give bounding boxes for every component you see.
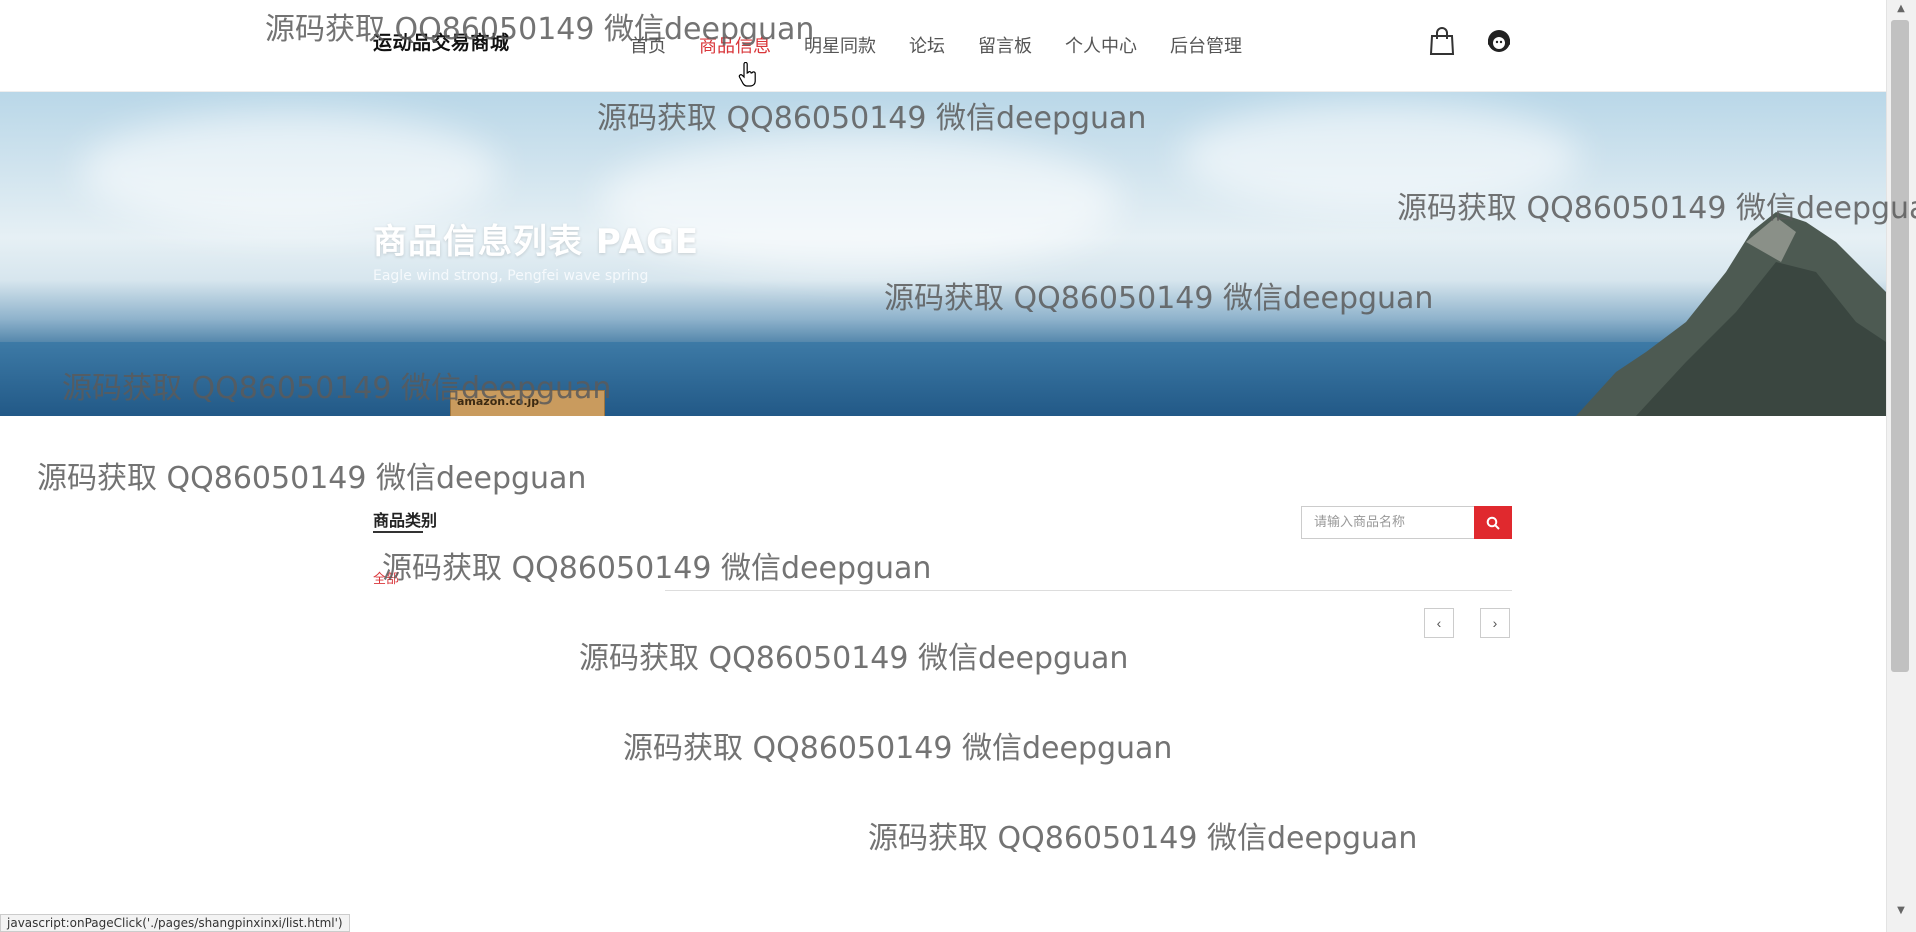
- nav-item-messages[interactable]: 留言板: [978, 32, 1032, 58]
- site-header: 运动品交易商城 首页 商品信息 明星同款 论坛 留言板 个人中心 后台管理: [0, 0, 1886, 92]
- category-underline: [373, 531, 423, 533]
- banner-title: 商品信息列表 PAGE: [373, 222, 700, 262]
- scrollbar-thumb[interactable]: [1891, 20, 1909, 672]
- search-button[interactable]: [1474, 506, 1512, 539]
- user-avatar-icon[interactable]: [1484, 26, 1514, 56]
- nav-item-admin[interactable]: 后台管理: [1170, 32, 1242, 58]
- scroll-down-arrow-icon[interactable]: ▼: [1886, 904, 1916, 918]
- watermark-text: 源码获取 QQ86050149 微信deepguan: [382, 551, 932, 586]
- list-divider: [665, 590, 1512, 591]
- package-box-image: amazon.co.jp: [450, 390, 605, 416]
- search-icon: [1486, 516, 1500, 530]
- site-brand[interactable]: 运动品交易商城: [373, 28, 510, 55]
- prev-page-button[interactable]: ‹: [1424, 608, 1454, 638]
- banner-subtitle: Eagle wind strong, Pengfei wave spring: [373, 268, 649, 284]
- watermark-text: 源码获取 QQ86050149 微信deepguan: [868, 821, 1418, 856]
- next-page-button[interactable]: ›: [1480, 608, 1510, 638]
- category-title: 商品类别: [373, 511, 438, 530]
- category-all-link[interactable]: 全部: [373, 568, 399, 587]
- watermark-text: 源码获取 QQ86050149 微信deepguan: [623, 731, 1173, 766]
- shopping-bag-icon[interactable]: [1427, 26, 1457, 56]
- main-nav: 首页 商品信息 明星同款 论坛 留言板 个人中心 后台管理: [630, 32, 1275, 58]
- hero-banner: amazon.co.jp 商品信息列表 PAGE Eagle wind stro…: [0, 92, 1886, 416]
- nav-item-celebrity[interactable]: 明星同款: [804, 32, 876, 58]
- nav-item-products[interactable]: 商品信息: [699, 32, 771, 58]
- nav-item-home[interactable]: 首页: [630, 32, 666, 58]
- cliff-image: [1576, 212, 1886, 416]
- nav-item-profile[interactable]: 个人中心: [1065, 32, 1137, 58]
- nav-item-forum[interactable]: 论坛: [909, 32, 945, 58]
- browser-status-bar: javascript:onPageClick('./pages/shangpin…: [0, 914, 350, 932]
- hand-cursor-icon: [738, 62, 756, 87]
- scroll-up-arrow-icon[interactable]: ▲: [1886, 2, 1916, 16]
- watermark-text: 源码获取 QQ86050149 微信deepguan: [37, 461, 587, 496]
- watermark-text: 源码获取 QQ86050149 微信deepguan: [579, 641, 1129, 676]
